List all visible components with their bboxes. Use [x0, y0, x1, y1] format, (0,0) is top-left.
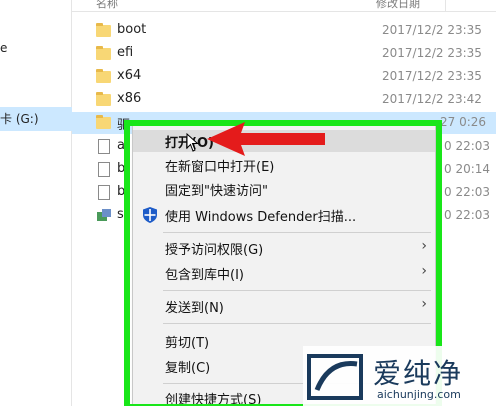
file-name: efi [117, 45, 134, 60]
folder-icon [96, 115, 111, 131]
setup-app-icon [96, 208, 111, 224]
file-name: boot [117, 22, 147, 37]
file-date: 2017/12/2 23:35 [382, 46, 482, 60]
file-name: x86 [117, 91, 142, 106]
folder-icon [96, 23, 111, 39]
folder-icon [96, 46, 111, 62]
file-icon [96, 162, 111, 178]
file-row-boot[interactable]: boot 2017/12/2 23:35 [72, 20, 496, 42]
header-name[interactable]: 名称 [96, 0, 118, 11]
file-date: 2017/12/2 23:42 [382, 92, 482, 106]
file-date: 0 22:03 [444, 185, 491, 199]
folder-icon [96, 69, 111, 85]
file-row-x86[interactable]: x86 2017/12/2 23:42 [72, 89, 496, 111]
navigation-pane: e 卡 (G:) [0, 0, 72, 406]
nav-item-label: e [0, 41, 8, 55]
file-date: 2017/12/2 23:35 [382, 69, 482, 83]
column-header: 名称 修改日期 [72, 0, 496, 12]
watermark-logo-icon [307, 354, 363, 400]
header-date[interactable]: 修改日期 [376, 0, 420, 11]
file-row-efi[interactable]: efi 2017/12/2 23:35 [72, 43, 496, 65]
watermark-text: 爱纯净 [373, 357, 464, 390]
watermark: 爱纯净 aichunjing.com [303, 346, 496, 406]
red-arrow-icon [207, 122, 325, 156]
file-date: 0 20:14 [444, 162, 491, 176]
column-separator[interactable] [445, 0, 446, 12]
nav-item-drive-g[interactable]: 卡 (G:) [0, 107, 72, 131]
nav-item-label: 卡 (G:) [0, 112, 39, 126]
nav-item[interactable] [0, 14, 72, 38]
file-name: s [117, 207, 124, 222]
nav-item[interactable]: e [0, 36, 72, 60]
file-date: 27 0:26 [440, 115, 487, 129]
file-date: 2017/12/2 23:35 [382, 23, 482, 37]
folder-icon [96, 92, 111, 108]
file-date: 0 22:03 [444, 139, 491, 153]
file-date: 0 22:03 [444, 208, 491, 222]
file-icon [96, 185, 111, 201]
file-name: x64 [117, 68, 142, 83]
file-row-x64[interactable]: x64 2017/12/2 23:35 [72, 66, 496, 88]
file-icon [96, 139, 111, 155]
watermark-url: aichunjing.com [377, 388, 461, 401]
